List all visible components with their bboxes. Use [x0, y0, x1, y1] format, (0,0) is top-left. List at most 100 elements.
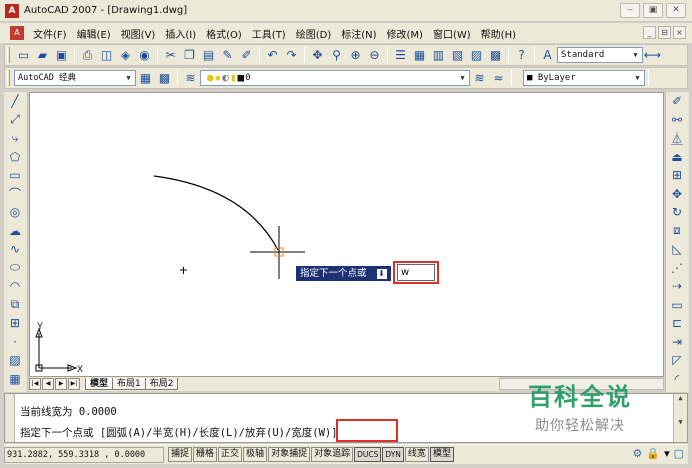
undo-icon[interactable]: ↶ — [264, 47, 281, 64]
break-at-point-icon[interactable]: ▭ — [666, 296, 688, 315]
doc-minimize-button[interactable]: _ — [643, 26, 656, 39]
layer-previous-icon[interactable]: ≈ — [490, 70, 507, 87]
polar-toggle[interactable]: 极轴 — [243, 447, 268, 462]
trim-icon[interactable]: ⋰ — [666, 259, 688, 278]
cut-icon[interactable]: ✂ — [162, 47, 179, 64]
array-icon[interactable]: ⊞ — [666, 166, 688, 185]
polygon-icon[interactable]: ⬠ — [4, 148, 26, 167]
help-icon[interactable]: ? — [513, 47, 530, 64]
menu-help[interactable]: 帮助(H) — [476, 26, 521, 41]
ortho-toggle[interactable]: 正交 — [218, 447, 243, 462]
move-icon[interactable]: ✥ — [666, 185, 688, 204]
menu-draw[interactable]: 绘图(D) — [291, 26, 337, 41]
menu-modify[interactable]: 修改(M) — [382, 26, 428, 41]
dyn-toggle[interactable]: DYN — [382, 447, 404, 462]
save-workspace-icon[interactable]: ▩ — [156, 70, 173, 87]
zoom-previous-icon[interactable]: ⊖ — [366, 47, 383, 64]
doc-restore-button[interactable]: ⊟ — [658, 26, 671, 39]
ellipse-icon[interactable]: ⬭ — [4, 259, 26, 278]
join-icon[interactable]: ⇥ — [666, 333, 688, 352]
rotate-icon[interactable]: ↻ — [666, 203, 688, 222]
communication-center-icon[interactable]: ⚙ — [632, 447, 642, 460]
dimension-style-icon[interactable]: ⟷ — [644, 47, 661, 64]
tab-model[interactable]: 模型 — [85, 378, 114, 390]
break-icon[interactable]: ⊏ — [666, 314, 688, 333]
open-icon[interactable]: ▰ — [34, 47, 51, 64]
maximize-button[interactable]: ▣ — [643, 3, 663, 18]
hatch-icon[interactable]: ▨ — [4, 351, 26, 370]
make-current-layer-icon[interactable]: ≋ — [471, 70, 488, 87]
arc-icon[interactable]: ⌒ — [4, 185, 26, 204]
line-icon[interactable]: ╱ — [4, 92, 26, 111]
prev-tab-icon[interactable]: ◀ — [42, 378, 54, 390]
tool-palettes-icon[interactable]: ▥ — [430, 47, 447, 64]
menu-tools[interactable]: 工具(T) — [247, 26, 291, 41]
print-icon[interactable]: ⎙ — [79, 47, 96, 64]
plot-preview-icon[interactable]: ◫ — [98, 47, 115, 64]
menu-edit[interactable]: 编辑(E) — [72, 26, 116, 41]
construction-line-icon[interactable]: ⤢ — [4, 111, 26, 130]
tab-layout1[interactable]: 布局1 — [112, 378, 146, 390]
etransmit-icon[interactable]: ◉ — [136, 47, 153, 64]
minimize-button[interactable]: ‒ — [620, 3, 640, 18]
menu-arrow-icon[interactable]: ▾ — [664, 447, 670, 460]
snap-toggle[interactable]: 捕捉 — [168, 447, 193, 462]
erase-icon[interactable]: ✐ — [666, 92, 688, 111]
design-center-icon[interactable]: ▦ — [411, 47, 428, 64]
extend-icon[interactable]: ⇢ — [666, 277, 688, 296]
next-tab-icon[interactable]: ▶ — [55, 378, 67, 390]
zoom-window-icon[interactable]: ⊕ — [347, 47, 364, 64]
otrack-toggle[interactable]: 对象追踪 — [311, 447, 354, 462]
close-button[interactable]: ✕ — [666, 3, 686, 18]
first-tab-icon[interactable]: |◀ — [29, 378, 41, 390]
last-tab-icon[interactable]: ▶| — [68, 378, 80, 390]
model-toggle[interactable]: 模型 — [429, 447, 454, 462]
zoom-realtime-icon[interactable]: ⚲ — [328, 47, 345, 64]
tab-layout2[interactable]: 布局2 — [144, 378, 179, 390]
menu-view[interactable]: 视图(V) — [116, 26, 161, 41]
osnap-toggle[interactable]: 对象捕捉 — [268, 447, 311, 462]
block-editor-icon[interactable]: ✐ — [238, 47, 255, 64]
fillet-icon[interactable]: ◜ — [666, 370, 688, 389]
lineweight-toggle[interactable]: 线宽 — [404, 447, 429, 462]
gradient-icon[interactable]: ▦ — [4, 370, 26, 389]
scale-icon[interactable]: ⧈ — [666, 222, 688, 241]
mirror-icon[interactable]: ⏅ — [666, 129, 688, 148]
clean-screen-icon[interactable]: ▢ — [674, 447, 684, 460]
copy-icon[interactable]: ❐ — [181, 47, 198, 64]
stretch-icon[interactable]: ◺ — [666, 240, 688, 259]
ellipse-arc-icon[interactable]: ◠ — [4, 277, 26, 296]
markup-icon[interactable]: ▨ — [468, 47, 485, 64]
circle-icon[interactable]: ◎ — [4, 203, 26, 222]
lock-icon[interactable]: 🔒 — [646, 447, 660, 460]
redo-icon[interactable]: ↷ — [283, 47, 300, 64]
menu-dimension[interactable]: 标注(N) — [336, 26, 381, 41]
arrow-down-icon[interactable]: ⬇ — [376, 268, 387, 279]
ducs-toggle[interactable]: DUCS — [354, 447, 382, 462]
chamfer-icon[interactable]: ◸ — [666, 351, 688, 370]
sheet-set-icon[interactable]: ▧ — [449, 47, 466, 64]
publish-icon[interactable]: ◈ — [117, 47, 134, 64]
insert-block-icon[interactable]: ⧉ — [4, 296, 26, 315]
grid-toggle[interactable]: 栅格 — [193, 447, 218, 462]
doc-close-button[interactable]: × — [673, 26, 686, 39]
new-icon[interactable]: ▭ — [15, 47, 32, 64]
calculator-icon[interactable]: ▩ — [487, 47, 504, 64]
color-select[interactable]: ■ ByLayer ▼ — [523, 70, 645, 86]
workspace-select[interactable]: AutoCAD 经典 ▼ — [14, 70, 136, 86]
copy-icon[interactable]: ⚯ — [666, 111, 688, 130]
drawing-canvas[interactable]: Y X — [29, 92, 664, 377]
offset-icon[interactable]: ⏏ — [666, 148, 688, 167]
layer-select[interactable]: ● ✹ ◐ ▮ ■ 0 ▼ — [200, 70, 470, 86]
paste-icon[interactable]: ▤ — [200, 47, 217, 64]
text-style-select[interactable]: Standard ▼ — [557, 47, 643, 63]
revision-cloud-icon[interactable]: ☁ — [4, 222, 26, 241]
document-icon[interactable]: A — [10, 26, 24, 40]
workspace-settings-icon[interactable]: ▦ — [137, 70, 154, 87]
match-properties-icon[interactable]: ✎ — [219, 47, 236, 64]
command-scrollbar[interactable]: ▲ ▼ — [673, 394, 687, 442]
layer-manager-icon[interactable]: ≋ — [182, 70, 199, 87]
text-style-icon[interactable]: A — [539, 47, 556, 64]
menu-format[interactable]: 格式(O) — [201, 26, 247, 41]
properties-icon[interactable]: ☰ — [392, 47, 409, 64]
